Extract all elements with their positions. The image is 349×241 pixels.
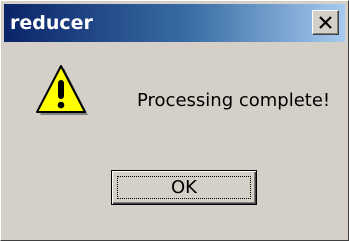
window-title: reducer <box>10 12 93 34</box>
warning-icon <box>36 65 88 115</box>
dialog-message: Processing complete! <box>137 90 331 111</box>
ok-button[interactable]: OK <box>111 170 257 205</box>
close-button[interactable] <box>312 10 339 35</box>
ok-button-label: OK <box>171 177 197 198</box>
message-dialog: reducer Processing complete! OK <box>0 0 349 241</box>
title-bar[interactable]: reducer <box>4 4 345 42</box>
close-icon <box>319 16 332 29</box>
